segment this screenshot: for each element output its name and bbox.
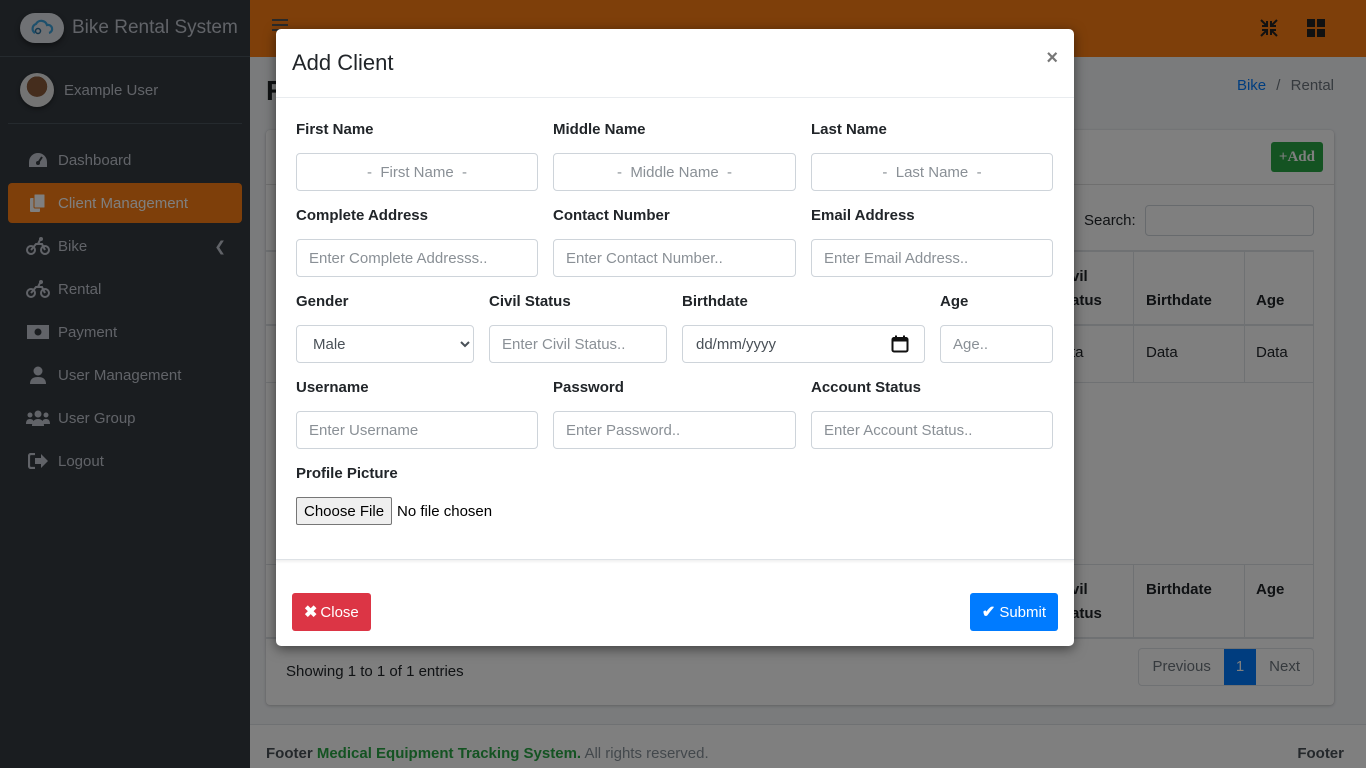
username-group: Username [296,379,538,449]
birthdate-placeholder: dd/mm/yyyy [696,336,777,353]
civil-status-group: Civil Status [489,293,667,363]
civil-status-input[interactable] [489,325,667,363]
calendar-icon[interactable] [891,335,909,353]
close-icon[interactable]: × [1046,47,1058,70]
check-icon: ✔ [981,604,996,621]
contact-input[interactable] [553,239,796,277]
age-label: Age [940,293,969,310]
age-group: Age [940,293,1053,363]
address-input[interactable] [296,239,538,277]
close-button-label: Close [320,603,359,621]
address-group: Complete Address [296,207,538,277]
submit-button[interactable]: ✔ Submit [969,593,1058,631]
account-status-label: Account Status [811,379,922,396]
birthdate-input[interactable]: dd/mm/yyyy [682,325,925,363]
age-input[interactable] [940,325,1053,363]
submit-button-label: Submit [999,603,1046,621]
choose-file-button[interactable]: Choose File [296,497,393,525]
file-status: No file chosen [397,502,493,520]
civil-status-label: Civil Status [489,293,571,310]
gender-label: Gender [296,293,349,310]
account-status-group: Account Status [811,379,1053,449]
account-status-input[interactable] [811,411,1053,449]
last-name-input[interactable] [811,153,1053,191]
contact-group: Contact Number [553,207,796,277]
profile-picture-label: Profile Picture [296,465,398,482]
modal-title: Add Client [292,50,394,75]
password-input[interactable] [553,411,796,449]
middle-name-group: Middle Name [553,121,796,191]
username-input[interactable] [296,411,538,449]
first-name-label: First Name [296,121,374,138]
gender-select[interactable]: Male [296,325,474,363]
birthdate-label: Birthdate [682,293,748,310]
modal-body: First Name Middle Name Last Name Complet… [276,98,1074,560]
modal-header: Add Client × [276,29,1074,98]
middle-name-label: Middle Name [553,121,646,138]
email-group: Email Address [811,207,1053,277]
first-name-group: First Name [296,121,538,191]
close-button[interactable]: ✖ Close [292,593,371,631]
email-label: Email Address [811,207,915,224]
password-label: Password [553,379,624,396]
birthdate-group: Birthdate dd/mm/yyyy [682,293,925,363]
first-name-input[interactable] [296,153,538,191]
middle-name-input[interactable] [553,153,796,191]
times-icon: ✖ [304,604,318,621]
profile-picture-group: Profile Picture Choose File No file chos… [296,465,596,525]
password-group: Password [553,379,796,449]
gender-group: Gender Male [296,293,474,363]
profile-picture-input[interactable]: Choose File No file chosen [296,497,596,525]
last-name-group: Last Name [811,121,1053,191]
username-label: Username [296,379,369,396]
address-label: Complete Address [296,207,428,224]
email-input[interactable] [811,239,1053,277]
last-name-label: Last Name [811,121,887,138]
contact-label: Contact Number [553,207,670,224]
add-client-modal: Add Client × First Name Middle Name Last… [276,29,1074,646]
